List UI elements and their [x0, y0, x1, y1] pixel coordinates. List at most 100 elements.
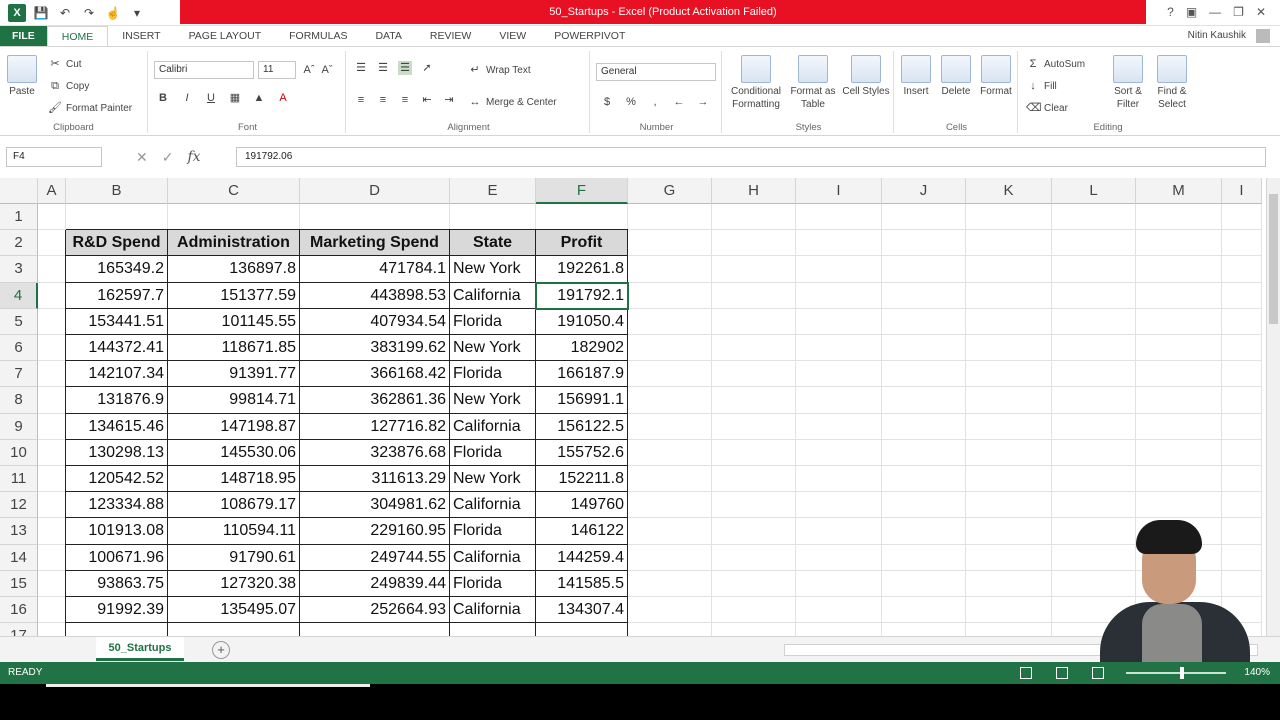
table-cell[interactable]: 156991.1 [536, 387, 628, 414]
column-header[interactable]: C [168, 178, 300, 204]
table-cell[interactable]: Florida [450, 308, 536, 335]
copy-button[interactable]: ⧉ Copy [48, 79, 89, 93]
row-header[interactable]: 12 [0, 492, 38, 519]
table-cell[interactable]: 99814.71 [168, 387, 300, 414]
cell[interactable] [66, 204, 168, 231]
undo-icon[interactable]: ↶ [56, 4, 74, 22]
cell[interactable] [966, 597, 1052, 624]
cell[interactable] [1052, 492, 1136, 519]
cell[interactable] [38, 282, 66, 309]
table-cell[interactable]: 311613.29 [300, 466, 450, 493]
cell[interactable] [966, 439, 1052, 466]
cell[interactable] [712, 256, 796, 283]
column-header[interactable]: F [536, 178, 628, 204]
autosum-button[interactable]: Σ AutoSum [1026, 57, 1086, 71]
cell[interactable] [712, 387, 796, 414]
italic-icon[interactable]: I [180, 91, 194, 105]
cell[interactable] [38, 413, 66, 440]
cell[interactable] [38, 492, 66, 519]
table-cell[interactable]: 407934.54 [300, 308, 450, 335]
cell[interactable] [882, 413, 966, 440]
table-cell[interactable]: 149760 [536, 492, 628, 519]
cell[interactable] [966, 544, 1052, 571]
table-cell[interactable]: 304981.62 [300, 492, 450, 519]
shrink-font-icon[interactable]: Aˇ [320, 63, 334, 77]
cell[interactable] [628, 439, 712, 466]
cell[interactable] [882, 544, 966, 571]
cell[interactable] [1136, 492, 1222, 519]
table-cell[interactable]: 127716.82 [300, 413, 450, 440]
row-header[interactable]: 17 [0, 623, 38, 636]
table-cell[interactable]: 252664.93 [300, 597, 450, 624]
cut-button[interactable]: ✂ Cut [48, 57, 81, 71]
table-cell[interactable]: 123334.88 [66, 492, 168, 519]
cell[interactable] [882, 361, 966, 388]
cell[interactable] [712, 439, 796, 466]
table-cell[interactable]: 101913.08 [66, 518, 168, 545]
cell[interactable] [882, 597, 966, 624]
cell[interactable] [796, 387, 882, 414]
currency-icon[interactable]: $ [600, 95, 614, 109]
cell[interactable] [1136, 439, 1222, 466]
cell[interactable] [536, 204, 628, 231]
row-header[interactable]: 15 [0, 570, 38, 597]
cell[interactable] [628, 413, 712, 440]
cell[interactable] [712, 466, 796, 493]
table-cell[interactable]: 101145.55 [168, 308, 300, 335]
cell[interactable] [450, 204, 536, 231]
cell-styles-button[interactable]: Cell Styles [842, 55, 890, 98]
column-header[interactable]: K [966, 178, 1052, 204]
cell[interactable] [1136, 335, 1222, 362]
cell[interactable] [796, 413, 882, 440]
touch-mode-icon[interactable]: ☝ [104, 4, 122, 22]
cell[interactable] [38, 518, 66, 545]
cell[interactable] [628, 492, 712, 519]
column-header[interactable]: H [712, 178, 796, 204]
table-cell[interactable]: 182902 [536, 335, 628, 362]
paste-button[interactable]: Paste [2, 55, 42, 98]
vertical-scrollbar[interactable] [1266, 178, 1280, 636]
zoom-slider[interactable] [1126, 672, 1226, 674]
cell[interactable] [1136, 230, 1222, 257]
cell[interactable] [966, 413, 1052, 440]
table-cell[interactable]: 108679.17 [168, 492, 300, 519]
table-cell[interactable]: 127320.38 [168, 570, 300, 597]
customize-qat-icon[interactable]: ▾ [128, 4, 146, 22]
cell[interactable] [38, 544, 66, 571]
cell[interactable] [628, 361, 712, 388]
cell[interactable] [966, 623, 1052, 636]
scroll-thumb[interactable] [1269, 194, 1278, 324]
cell[interactable] [966, 518, 1052, 545]
restore-icon[interactable]: ❐ [1233, 5, 1244, 19]
cancel-icon[interactable]: ✕ [136, 149, 148, 166]
cell[interactable] [1222, 439, 1262, 466]
cell[interactable] [1052, 230, 1136, 257]
increase-decimal-icon[interactable]: ← [672, 95, 686, 109]
column-header[interactable]: A [38, 178, 66, 204]
table-cell[interactable]: 118671.85 [168, 335, 300, 362]
table-cell[interactable]: 91391.77 [168, 361, 300, 388]
cell[interactable] [1136, 256, 1222, 283]
cell[interactable] [38, 623, 66, 636]
cell[interactable] [796, 492, 882, 519]
fill-button[interactable]: ↓ Fill [1026, 79, 1057, 93]
cell[interactable] [38, 335, 66, 362]
cell[interactable] [966, 387, 1052, 414]
cell[interactable] [712, 204, 796, 231]
table-cell[interactable]: 144259.4 [536, 544, 628, 571]
cell[interactable] [1052, 387, 1136, 414]
cell[interactable] [882, 204, 966, 231]
cell[interactable] [712, 282, 796, 309]
cell[interactable] [628, 387, 712, 414]
cell[interactable] [1136, 361, 1222, 388]
table-cell[interactable]: 229160.95 [300, 518, 450, 545]
table-cell[interactable]: Florida [450, 518, 536, 545]
select-all-corner[interactable] [0, 178, 38, 204]
formula-input[interactable]: 191792.06 [236, 147, 1266, 167]
cell[interactable] [712, 361, 796, 388]
grow-font-button[interactable]: Aˆ Aˇ [302, 63, 334, 77]
cell[interactable] [1222, 230, 1262, 257]
cell[interactable] [966, 256, 1052, 283]
zoom-level[interactable]: 140% [1244, 667, 1270, 678]
table-cell[interactable]: 135495.07 [168, 597, 300, 624]
